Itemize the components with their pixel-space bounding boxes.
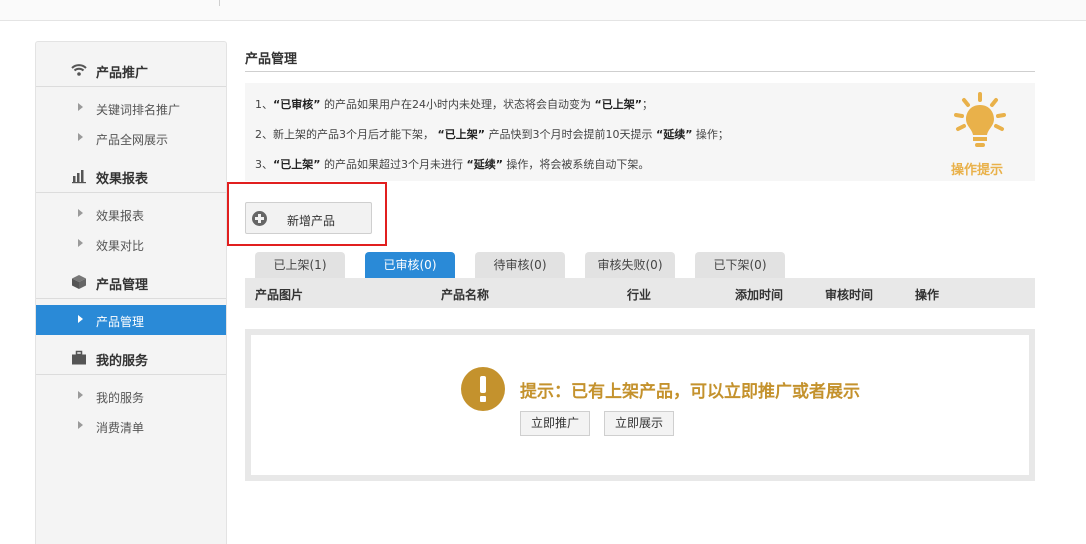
sidebar-item-label: 产品管理 <box>96 315 145 329</box>
sidebar: 产品推广 关键词排名推广 产品全网展示 效果报表 效果报表 效果对比 产品管理 … <box>35 41 227 544</box>
column-header: 产品名称 <box>441 288 490 302</box>
arrow-right-icon <box>78 209 83 217</box>
tip-text: 1、 <box>255 98 273 111</box>
column-header: 添加时间 <box>735 288 784 302</box>
tip-line-2: 2、新上架的产品3个月后才能下架， “已上架” 产品快到3个月时会提前10天提示… <box>255 126 729 142</box>
sidebar-item-product-display[interactable]: 产品全网展示 <box>36 123 226 153</box>
exclamation-circle-icon <box>461 367 505 411</box>
top-bar <box>0 0 1086 21</box>
arrow-right-icon <box>78 421 83 429</box>
bar-chart-icon <box>72 170 86 184</box>
sidebar-section-title: 我的服务 <box>96 354 149 369</box>
lightbulb-icon <box>954 92 1006 147</box>
sidebar-section-product-management: 产品管理 <box>36 264 226 299</box>
tab-approved[interactable]: 已审核(0) <box>365 252 455 278</box>
arrow-right-icon <box>78 391 83 399</box>
arrow-right-icon <box>78 239 83 247</box>
tip-text: 2、新上架的产品3个月后才能下架， <box>255 128 438 141</box>
tab-pending-review[interactable]: 待审核(0) <box>475 252 565 278</box>
sidebar-item-label: 消费清单 <box>96 421 145 435</box>
tip-text: 产品快到3个月时会提前10天提示 <box>484 128 656 141</box>
tip-text: 操作； <box>692 128 729 141</box>
top-bar-divider <box>219 0 220 6</box>
cube-icon <box>72 275 86 289</box>
sidebar-section-promotion: 产品推广 <box>36 52 226 87</box>
tab-delisted[interactable]: 已下架(0) <box>695 252 785 278</box>
sidebar-item-effect-compare[interactable]: 效果对比 <box>36 229 226 259</box>
tip-text: 的产品如果用户在24小时内未处理，状态将会自动变为 <box>320 98 595 111</box>
column-header: 审核时间 <box>825 288 874 302</box>
sidebar-section-title: 产品管理 <box>96 278 149 293</box>
tip-emphasis: “已上架” <box>273 158 321 171</box>
title-divider <box>245 71 1035 72</box>
column-header: 产品图片 <box>255 288 304 302</box>
sidebar-item-label: 关键词排名推广 <box>96 103 181 117</box>
operation-tips-label: 操作提示 <box>951 163 1004 178</box>
tip-emphasis: “已审核” <box>273 98 321 111</box>
page-title: 产品管理 <box>245 52 298 67</box>
tip-emphasis: “已上架” <box>594 98 642 111</box>
tip-emphasis: “延续” <box>466 158 503 171</box>
tip-text: 的产品如果超过3个月未进行 <box>320 158 467 171</box>
sidebar-item-keyword-ranking[interactable]: 关键词排名推广 <box>36 93 226 123</box>
tip-text: 操作，将会被系统自动下架。 <box>502 158 650 171</box>
briefcase-icon <box>72 350 86 365</box>
tab-review-failed[interactable]: 审核失败(0) <box>585 252 675 278</box>
display-now-button[interactable]: 立即展示 <box>604 411 674 436</box>
plus-circle-icon <box>252 211 267 226</box>
table-header: 产品图片 产品名称 行业 添加时间 审核时间 操作 <box>245 278 1035 308</box>
wifi-icon <box>71 64 87 76</box>
operation-tips-panel: 1、“已审核” 的产品如果用户在24小时内未处理，状态将会自动变为 “已上架”；… <box>245 83 1035 181</box>
tip-emphasis: “已上架” <box>437 128 485 141</box>
tip-emphasis: “延续” <box>655 128 693 141</box>
notice-text: 提示：已有上架产品，可以立即推广或者展示 <box>520 382 860 402</box>
notice-panel: 提示：已有上架产品，可以立即推广或者展示 立即推广 立即展示 <box>245 329 1035 481</box>
sidebar-section-title: 产品推广 <box>96 66 149 81</box>
sidebar-section-my-services: 我的服务 <box>36 340 226 375</box>
sidebar-item-product-management[interactable]: 产品管理 <box>36 305 226 335</box>
tip-text: ； <box>641 98 653 111</box>
tip-line-3: 3、“已上架” 的产品如果超过3个月未进行 “延续” 操作，将会被系统自动下架。 <box>255 156 649 172</box>
tab-listed[interactable]: 已上架(1) <box>255 252 345 278</box>
notice-panel-body: 提示：已有上架产品，可以立即推广或者展示 立即推广 立即展示 <box>251 335 1029 475</box>
sidebar-item-label: 产品全网展示 <box>96 133 169 147</box>
tip-text: 3、 <box>255 158 273 171</box>
sidebar-item-effect-report[interactable]: 效果报表 <box>36 199 226 229</box>
sidebar-item-label: 效果对比 <box>96 239 145 253</box>
arrow-right-icon <box>78 103 83 111</box>
sidebar-item-billing[interactable]: 消费清单 <box>36 411 226 441</box>
sidebar-item-label: 我的服务 <box>96 391 145 405</box>
promote-now-button[interactable]: 立即推广 <box>520 411 590 436</box>
sidebar-item-label: 效果报表 <box>96 209 145 223</box>
add-product-button[interactable]: 新增产品 <box>245 202 372 234</box>
tip-line-1: 1、“已审核” 的产品如果用户在24小时内未处理，状态将会自动变为 “已上架”； <box>255 96 653 112</box>
sidebar-item-my-services[interactable]: 我的服务 <box>36 381 226 411</box>
sidebar-section-title: 效果报表 <box>96 172 149 187</box>
arrow-right-icon <box>78 315 83 323</box>
column-header: 行业 <box>627 288 652 302</box>
arrow-right-icon <box>78 133 83 141</box>
sidebar-section-reports: 效果报表 <box>36 158 226 193</box>
add-product-label: 新增产品 <box>287 214 336 228</box>
column-header: 操作 <box>915 288 940 302</box>
